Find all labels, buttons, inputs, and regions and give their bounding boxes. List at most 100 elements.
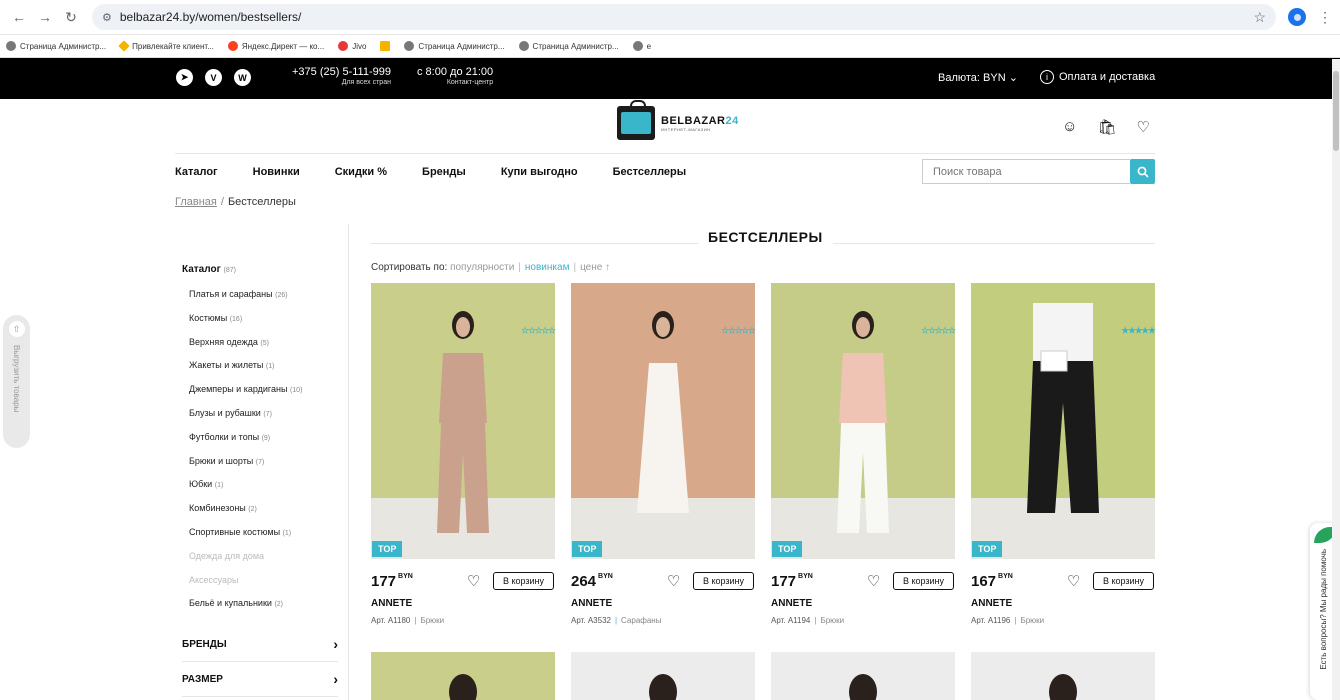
category-item[interactable]: Юбки (1) [189, 478, 302, 502]
category-item[interactable]: Блузы и рубашки (7) [189, 407, 302, 431]
product-card[interactable]: TOP 167 BYN ♡ В корзину ANNETE ★★★★★ Арт.… [971, 283, 1156, 625]
catalog-heading[interactable]: Каталог (87) [182, 264, 236, 275]
site-info-icon[interactable]: ⚙ [102, 11, 112, 24]
category-item[interactable]: Футболки и топы (9) [189, 431, 302, 455]
nav-bestsellers[interactable]: Бестселлеры [613, 166, 687, 178]
product-card[interactable]: TOP 177 BYN ♡ В корзину ANNETE ★★★★★ Арт.… [371, 283, 556, 625]
currency-selector[interactable]: Валюта: BYN ⌄ [938, 71, 1018, 84]
category-count: (26) [275, 292, 288, 299]
category-item[interactable]: Жакеты и жилеты (1) [189, 359, 302, 383]
scrollbar-thumb[interactable] [1333, 71, 1339, 151]
price-row: 264 BYN ♡ В корзину [571, 569, 755, 597]
bookmark-item[interactable]: Яндекс.Директ — ко... [227, 41, 324, 51]
product-photo [771, 283, 955, 559]
product-card[interactable]: TOP 177 BYN ♡ В корзину ANNETE ★★★★★ Арт.… [771, 283, 956, 625]
phone-block[interactable]: +375 (25) 5-111-999 Для всех стран [292, 66, 391, 86]
site-logo[interactable]: BELBAZAR24 ИНТЕРНЕТ-МАГАЗИН [617, 100, 739, 140]
browser-menu-icon[interactable]: ⋮ [1318, 9, 1332, 26]
product-card-next-row[interactable] [371, 652, 555, 700]
nav-sale[interactable]: Скидки % [335, 166, 387, 178]
chevron-down-icon: ⌄ [1008, 72, 1018, 84]
heart-icon[interactable]: ♡ [1067, 572, 1080, 590]
user-icon[interactable]: ☺ [1062, 118, 1077, 136]
category-count: (9) [261, 434, 271, 442]
upload-products-tab[interactable]: ⇧ Выгрузить товары [3, 315, 30, 448]
product-article: Арт. A1196 [971, 616, 1011, 625]
telegram-icon[interactable]: ➤ [176, 69, 193, 86]
category-item[interactable]: Брюки и шорты (7) [189, 455, 302, 479]
add-to-cart-button[interactable]: В корзину [1093, 572, 1154, 590]
product-image[interactable]: TOP [971, 283, 1155, 559]
category-item[interactable]: Джемперы и кардиганы (10) [189, 383, 302, 407]
category-item[interactable]: Бельё и купальники (2) [189, 597, 302, 621]
bookmark-star-icon[interactable]: ☆ [1253, 9, 1266, 26]
address-bar[interactable]: ⚙ belbazar24.by/women/bestsellers/ ☆ [92, 4, 1276, 30]
sort-popularity[interactable]: популярности [450, 262, 514, 273]
nav-catalog[interactable]: Каталог [175, 166, 218, 178]
breadcrumb-separator: / [220, 196, 224, 208]
forward-arrow-icon[interactable]: → [34, 6, 56, 28]
reload-icon[interactable]: ↻ [60, 6, 82, 28]
viber-icon[interactable]: V [205, 69, 222, 86]
product-image[interactable]: TOP [571, 283, 755, 559]
info-icon: i [1040, 70, 1054, 84]
heart-icon[interactable]: ♡ [867, 572, 880, 590]
product-image[interactable]: TOP [371, 283, 555, 559]
filter-size[interactable]: РАЗМЕР › [182, 662, 338, 697]
page-scrollbar[interactable] [1332, 59, 1340, 700]
nav-brands[interactable]: Бренды [422, 166, 466, 178]
rating-stars: ★★★★★ [921, 326, 955, 336]
bookmark-item[interactable] [380, 41, 391, 51]
sort-price[interactable]: цене ↑ [580, 262, 610, 273]
heart-icon[interactable]: ♡ [1137, 118, 1150, 136]
bookmark-item[interactable]: Привлекайте клиент... [118, 40, 214, 52]
bookmark-item[interactable]: Страница Администр... [6, 41, 106, 51]
category-item[interactable]: Верхняя одежда (5) [189, 336, 302, 360]
add-to-cart-button[interactable]: В корзину [893, 572, 954, 590]
product-brand[interactable]: ANNETE [371, 598, 555, 609]
category-item: Аксессуары [189, 574, 302, 598]
product-price: 177 BYN [771, 573, 813, 590]
filter-brands[interactable]: БРЕНДЫ › [182, 627, 338, 662]
nav-deals[interactable]: Купи выгодно [501, 166, 578, 178]
search-input[interactable] [922, 159, 1130, 184]
bookmark-item[interactable]: Jivo [338, 41, 366, 51]
heart-icon[interactable]: ♡ [667, 572, 680, 590]
category-item[interactable]: Платья и сарафаны (26) [189, 288, 302, 312]
whatsapp-icon[interactable]: W [234, 69, 251, 86]
category-item[interactable]: Костюмы (16) [189, 312, 302, 336]
cart-bag-icon[interactable]: 🛍 [1098, 118, 1117, 136]
profile-avatar[interactable] [1288, 8, 1306, 26]
price-row: 177 BYN ♡ В корзину [771, 569, 955, 597]
nav-new[interactable]: Новинки [253, 166, 300, 178]
sort-newest[interactable]: новинкам [525, 262, 570, 273]
breadcrumb-home[interactable]: Главная [175, 196, 217, 208]
bookmark-item[interactable]: Страница Администр... [404, 41, 505, 51]
product-photo [371, 283, 555, 559]
category-item[interactable]: Комбинезоны (2) [189, 502, 302, 526]
yandex-icon [227, 41, 238, 51]
cloud-upload-icon: ⇧ [8, 321, 25, 337]
back-arrow-icon[interactable]: ← [8, 6, 30, 28]
product-image[interactable]: TOP [771, 283, 955, 559]
bookmark-item[interactable]: e [632, 41, 651, 51]
add-to-cart-button[interactable]: В корзину [493, 572, 554, 590]
search-button[interactable] [1130, 159, 1155, 184]
delivery-link[interactable]: i Оплата и доставка [1040, 70, 1155, 84]
product-category: Сарафаны [621, 616, 662, 625]
product-brand[interactable]: ANNETE [571, 598, 755, 609]
product-brand[interactable]: ANNETE [771, 598, 955, 609]
product-card-next-row[interactable] [571, 652, 755, 700]
page-title: БЕСТСЕЛЛЕРЫ [698, 229, 833, 245]
product-card-next-row[interactable] [771, 652, 955, 700]
search-form [922, 159, 1155, 184]
product-card-next-row[interactable] [971, 652, 1155, 700]
category-item[interactable]: Спортивные костюмы (1) [189, 526, 302, 550]
phone-number[interactable]: +375 (25) 5-111-999 [292, 66, 391, 78]
product-brand[interactable]: ANNETE [971, 598, 1155, 609]
heart-icon[interactable]: ♡ [467, 572, 480, 590]
product-card[interactable]: TOP 264 BYN ♡ В корзину ANNETE ★★★★★ Арт.… [571, 283, 756, 625]
bookmark-item[interactable]: Страница Администр... [518, 41, 619, 51]
add-to-cart-button[interactable]: В корзину [693, 572, 754, 590]
product-meta: Арт. A1196 | Брюки [971, 616, 1045, 625]
